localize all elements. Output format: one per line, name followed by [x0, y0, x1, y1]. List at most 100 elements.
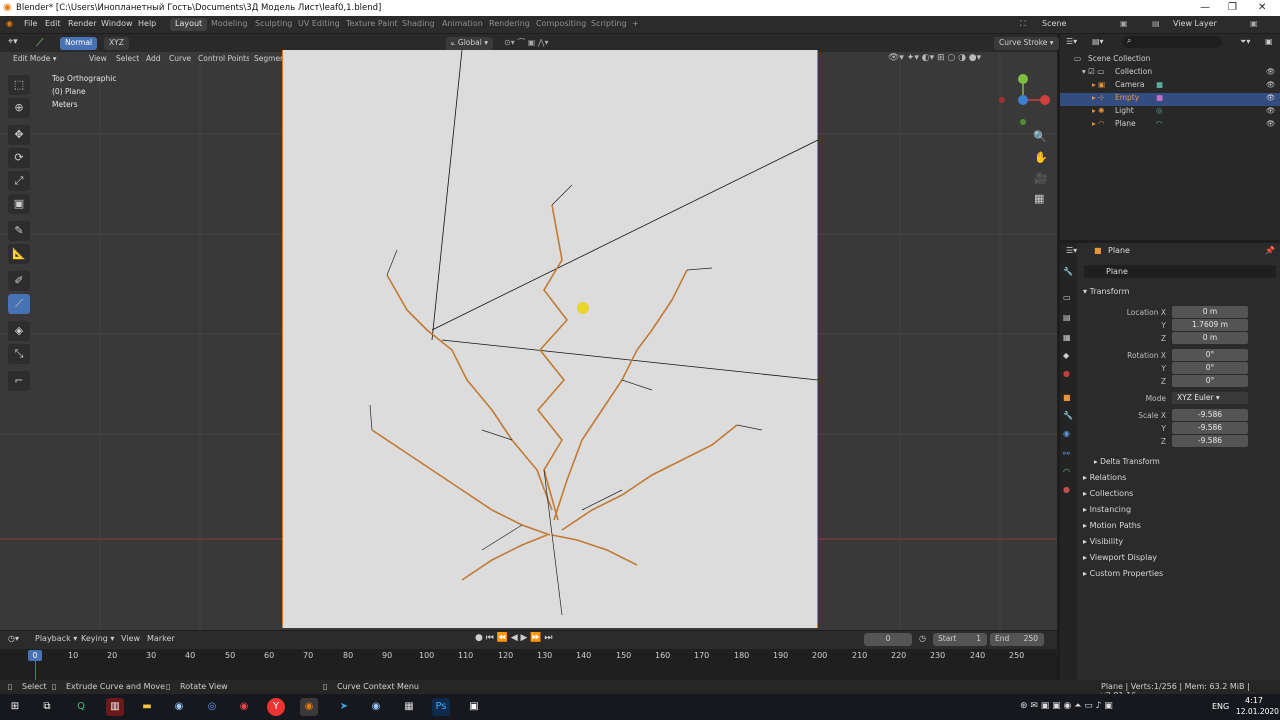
- scene-tab-icon[interactable]: ◆: [1063, 351, 1069, 360]
- visibility-icon[interactable]: 👁: [1266, 119, 1276, 128]
- blender-menu-icon[interactable]: ◉: [6, 19, 13, 28]
- scale-z-field[interactable]: -9.586: [1172, 435, 1248, 447]
- keying-menu[interactable]: Keying ▾: [81, 634, 114, 643]
- select-tool-icon[interactable]: ⬚: [8, 75, 30, 95]
- clock-time[interactable]: 4:17: [1245, 696, 1263, 705]
- extrude-tool-icon[interactable]: ⟋: [8, 294, 30, 314]
- cursor-tool-icon[interactable]: ⊕: [8, 98, 30, 118]
- rotate-tool-icon[interactable]: ⟳: [8, 148, 30, 168]
- visibility-icon[interactable]: 👁: [1266, 106, 1276, 115]
- grid-view-icon[interactable]: ▦: [1034, 192, 1044, 205]
- physics-tab-icon[interactable]: ◉: [1063, 429, 1070, 438]
- pin-icon[interactable]: 📌: [1265, 246, 1275, 255]
- playback-menu[interactable]: Playback ▾: [35, 634, 77, 643]
- location-z-field[interactable]: 0 m: [1172, 332, 1248, 344]
- tab-rendering[interactable]: Rendering: [484, 18, 535, 31]
- custom-properties-header[interactable]: ▸ Custom Properties: [1083, 569, 1163, 578]
- preview-range-icon[interactable]: ◷: [919, 634, 926, 643]
- orientation-dropdown[interactable]: ⟀ Global ▾: [446, 37, 493, 50]
- menu-render[interactable]: Render: [68, 19, 96, 28]
- motion-paths-header[interactable]: ▸ Motion Paths: [1083, 521, 1141, 530]
- playhead[interactable]: 0: [28, 650, 42, 661]
- draw-tool-icon[interactable]: ✐: [8, 271, 30, 291]
- tab-shading[interactable]: Shading: [397, 18, 440, 31]
- calculator-icon[interactable]: ▦: [400, 698, 418, 716]
- props-type-icon[interactable]: ☰▾: [1066, 246, 1077, 255]
- measure-tool-icon[interactable]: 📐: [8, 244, 30, 264]
- start-frame-field[interactable]: Start 1: [933, 633, 987, 646]
- outliner-item-empty[interactable]: ▸ ⊹ Empty ■ 👁: [1060, 93, 1280, 106]
- modifier-tab-icon[interactable]: 🔧: [1063, 411, 1073, 420]
- rotation-x-field[interactable]: 0°: [1172, 349, 1248, 361]
- new-scene-icon[interactable]: ▣: [1120, 19, 1128, 28]
- scene-name[interactable]: Scene: [1042, 19, 1066, 28]
- rotation-z-field[interactable]: 0°: [1172, 375, 1248, 387]
- telegram-icon[interactable]: ➤: [335, 698, 353, 716]
- tray-icons[interactable]: ⊛ ✉ ▣ ▣ ◉ ⏶ ▭ ♪ ▣: [1020, 701, 1113, 711]
- yandex-icon[interactable]: Y: [267, 698, 285, 716]
- transform-tool-icon[interactable]: ▣: [8, 194, 30, 214]
- relations-header[interactable]: ▸ Relations: [1083, 473, 1126, 482]
- rotation-y-field[interactable]: 0°: [1172, 362, 1248, 374]
- minimize-icon[interactable]: —: [1200, 2, 1210, 13]
- photoshop-icon[interactable]: Ps: [432, 698, 450, 716]
- visibility-icon[interactable]: 👁: [1266, 80, 1276, 89]
- data-tab-icon[interactable]: ◠: [1063, 467, 1070, 476]
- restore-icon[interactable]: ❐: [1228, 2, 1237, 13]
- chrome-icon[interactable]: ◉: [235, 698, 253, 716]
- view-menu-timeline[interactable]: View: [121, 634, 140, 643]
- visibility-icon[interactable]: 👁: [1266, 93, 1276, 102]
- add-workspace-icon[interactable]: +: [627, 18, 644, 31]
- close-icon[interactable]: ✕: [1258, 2, 1266, 13]
- mode-dropdown[interactable]: Edit Mode ▾: [8, 53, 78, 66]
- marker-menu[interactable]: Marker: [147, 634, 175, 643]
- randomize-tool-icon[interactable]: ⌐: [8, 371, 30, 391]
- filter-icon[interactable]: ⏷▾: [1240, 37, 1250, 47]
- blender-taskbar-icon[interactable]: ◉: [300, 698, 318, 716]
- leaf-curve-drawing[interactable]: [282, 50, 818, 628]
- transform-panel-header[interactable]: ▾ Transform: [1083, 287, 1129, 296]
- outliner-item-light[interactable]: ▸ ✺ Light ◎ 👁: [1060, 106, 1280, 119]
- instancing-header[interactable]: ▸ Instancing: [1083, 505, 1131, 514]
- move-tool-icon[interactable]: ✥: [8, 125, 30, 145]
- visibility-header[interactable]: ▸ Visibility: [1083, 537, 1123, 546]
- viewport-shading-icons[interactable]: 👁▾ ✦▾ ◐▾ ⊞ ○ ◑ ●▾: [888, 53, 981, 63]
- tool-tab-icon[interactable]: 🔧: [1063, 267, 1073, 276]
- viewport-display-header[interactable]: ▸ Viewport Display: [1083, 553, 1157, 562]
- task-view-icon[interactable]: ⧉: [38, 698, 56, 716]
- tab-compositing[interactable]: Compositing: [531, 18, 591, 31]
- playback-controls-icon[interactable]: ● ⏮ ⏪ ◀ ▶ ⏩ ⏭: [475, 633, 552, 643]
- tab-scripting[interactable]: Scripting: [586, 18, 632, 31]
- collections-header[interactable]: ▸ Collections: [1083, 489, 1133, 498]
- annotate-tool-icon[interactable]: ✎: [8, 221, 30, 241]
- outliner-item-camera[interactable]: ▸ ▣ Camera ■ 👁: [1060, 80, 1280, 93]
- render-tab-icon[interactable]: ▭: [1063, 293, 1071, 302]
- constraint-tab-icon[interactable]: ⚯: [1063, 449, 1070, 458]
- app-q-icon[interactable]: Q: [72, 698, 90, 716]
- object-tab-icon[interactable]: ■: [1063, 393, 1071, 402]
- view-layer-name[interactable]: View Layer: [1173, 19, 1217, 28]
- menu-file[interactable]: File: [24, 19, 37, 28]
- outliner-item-plane[interactable]: ▸ ◠ Plane ◠ 👁: [1060, 119, 1280, 132]
- scale-tool-icon[interactable]: ⤢: [8, 171, 30, 191]
- scale-x-field[interactable]: -9.586: [1172, 409, 1248, 421]
- tab-sculpting[interactable]: Sculpting: [250, 18, 297, 31]
- editor-type-icon[interactable]: ⌖▾: [8, 37, 18, 47]
- delta-transform-header[interactable]: ▸ Delta Transform: [1094, 457, 1160, 466]
- add-menu[interactable]: Add: [141, 53, 166, 66]
- steam-2-icon[interactable]: ◉: [367, 698, 385, 716]
- menu-window[interactable]: Window: [101, 19, 133, 28]
- display-mode-icon[interactable]: ▤▾: [1092, 37, 1104, 46]
- world-tab-icon[interactable]: ●: [1063, 369, 1070, 378]
- expand-icon[interactable]: ▾ ☑ ▭: [1082, 67, 1104, 76]
- control-points-menu[interactable]: Control Points: [193, 53, 256, 66]
- new-view-layer-icon[interactable]: ▣: [1250, 19, 1258, 28]
- output-tab-icon[interactable]: ▤: [1063, 313, 1071, 322]
- windows-start-icon[interactable]: ⊞: [6, 698, 24, 716]
- app-blue-icon[interactable]: ◎: [203, 698, 221, 716]
- location-x-field[interactable]: 0 m: [1172, 306, 1248, 318]
- tab-modeling[interactable]: Modeling: [206, 18, 252, 31]
- timeline-type-icon[interactable]: ◷▾: [8, 634, 19, 643]
- navigation-gizmo[interactable]: [995, 72, 1055, 132]
- file-explorer-icon[interactable]: ▬: [138, 698, 156, 716]
